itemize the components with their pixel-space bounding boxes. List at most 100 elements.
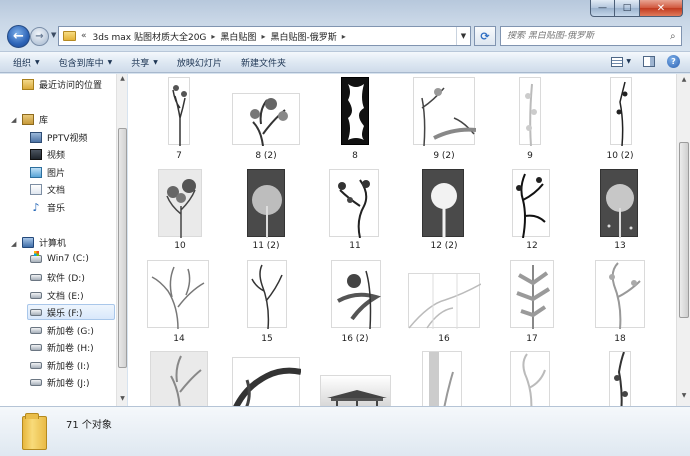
- preview-pane-icon[interactable]: [643, 56, 655, 67]
- file-name-label[interactable]: 16: [409, 334, 479, 344]
- view-options-chevron-icon[interactable]: ▼: [626, 58, 631, 65]
- image-thumbnail[interactable]: [247, 260, 287, 330]
- file-name-label[interactable]: 10 (2): [585, 151, 655, 161]
- navigation-scrollbar[interactable]: ▲ ▼: [116, 74, 127, 406]
- forward-button[interactable]: →: [30, 27, 49, 46]
- nav-item-pptv[interactable]: PPTV视频: [30, 129, 88, 145]
- image-thumbnail[interactable]: [158, 169, 202, 238]
- file-name-label[interactable]: 9: [495, 151, 565, 161]
- file-name-label[interactable]: 14: [144, 334, 214, 344]
- nav-item-drive-d[interactable]: 软件 (D:): [30, 269, 85, 285]
- search-input[interactable]: [507, 31, 665, 41]
- file-name-label[interactable]: 7: [144, 151, 214, 161]
- search-icon[interactable]: ⌕: [665, 31, 681, 42]
- breadcrumb-overflow[interactable]: «: [81, 31, 87, 41]
- nav-item-music[interactable]: ♪ 音乐: [30, 199, 65, 215]
- minimize-button[interactable]: —: [590, 0, 615, 17]
- file-name-label[interactable]: 11: [320, 241, 390, 251]
- nav-item-drive-e[interactable]: 文档 (E:): [30, 287, 84, 303]
- nav-item-documents[interactable]: 文档: [30, 181, 65, 197]
- image-thumbnail[interactable]: [168, 77, 190, 146]
- breadcrumb-separator-icon[interactable]: ▸: [342, 32, 346, 41]
- help-icon[interactable]: ?: [667, 55, 680, 68]
- back-button[interactable]: ←: [7, 25, 30, 48]
- image-thumbnail[interactable]: [609, 351, 631, 406]
- file-name-label[interactable]: 11 (2): [231, 241, 301, 251]
- image-thumbnail[interactable]: [413, 77, 477, 147]
- breadcrumb-item-bw[interactable]: 黑白贴图: [220, 30, 256, 43]
- breadcrumb-item-root[interactable]: 3ds max 贴图材质大全20G: [93, 30, 207, 43]
- image-thumbnail[interactable]: [341, 77, 369, 145]
- file-list-scrollbar[interactable]: ▲ ▼: [676, 74, 690, 406]
- breadcrumb-separator-icon[interactable]: ▸: [211, 32, 215, 41]
- file-name-label[interactable]: 18: [585, 334, 655, 344]
- image-thumbnail[interactable]: [600, 169, 638, 238]
- image-thumbnail[interactable]: [150, 351, 208, 406]
- slideshow-button[interactable]: 放映幻灯片: [177, 56, 222, 69]
- image-thumbnail[interactable]: [422, 169, 464, 238]
- image-thumbnail[interactable]: [510, 351, 550, 406]
- change-view-icon[interactable]: [611, 56, 624, 67]
- new-folder-label: 新建文件夹: [240, 58, 286, 69]
- nav-item-drive-j[interactable]: 新加卷 (J:): [30, 374, 90, 390]
- close-button[interactable]: ✕: [640, 0, 683, 17]
- address-bar[interactable]: « 3ds max 贴图材质大全20G ▸ 黑白贴图 ▸ 黑白贴图-俄罗斯 ▸ …: [58, 26, 471, 46]
- scrollbar-thumb[interactable]: [679, 142, 689, 318]
- refresh-button[interactable]: ⟳: [474, 26, 496, 46]
- nav-item-drive-i[interactable]: 新加卷 (I:): [30, 357, 90, 373]
- image-thumbnail[interactable]: [320, 375, 391, 406]
- image-thumbnail[interactable]: [232, 357, 302, 406]
- include-label: 包含到库中: [58, 58, 104, 69]
- file-name-label[interactable]: 8: [320, 151, 390, 161]
- recent-pages-dropdown[interactable]: ▼: [51, 31, 56, 39]
- scroll-up-icon[interactable]: ▲: [679, 76, 689, 88]
- breadcrumb: « 3ds max 贴图材质大全20G ▸ 黑白贴图 ▸ 黑白贴图-俄罗斯 ▸: [81, 30, 351, 43]
- address-dropdown-icon[interactable]: ▼: [456, 27, 470, 45]
- nav-item-drive-c[interactable]: Win7 (C:): [30, 251, 89, 267]
- breadcrumb-separator-icon[interactable]: ▸: [261, 32, 265, 41]
- new-folder-button[interactable]: 新建文件夹: [241, 56, 286, 69]
- share-button[interactable]: 共享 ▼: [131, 56, 158, 69]
- file-name-label[interactable]: 16 (2): [320, 334, 390, 344]
- maximize-button[interactable]: □: [615, 0, 640, 17]
- nav-label: 新加卷 (J:): [47, 378, 90, 389]
- breadcrumb-item-current[interactable]: 黑白贴图-俄罗斯: [270, 30, 336, 43]
- image-thumbnail[interactable]: [329, 169, 379, 239]
- scroll-down-icon[interactable]: ▼: [679, 392, 689, 404]
- nav-item-video[interactable]: 视频: [30, 146, 65, 162]
- nav-item-recent[interactable]: 最近访问的位置: [22, 76, 102, 92]
- nav-item-drive-g[interactable]: 新加卷 (G:): [30, 322, 94, 338]
- image-thumbnail[interactable]: [147, 260, 209, 330]
- scroll-up-icon[interactable]: ▲: [118, 75, 127, 85]
- scroll-down-icon[interactable]: ▼: [118, 395, 127, 405]
- image-thumbnail[interactable]: [595, 260, 645, 330]
- image-thumbnail[interactable]: [519, 77, 541, 147]
- nav-item-pictures[interactable]: 图片: [30, 164, 65, 180]
- image-thumbnail[interactable]: [422, 351, 462, 406]
- organize-button[interactable]: 组织 ▼: [13, 56, 40, 69]
- image-thumbnail[interactable]: [510, 260, 554, 329]
- image-thumbnail[interactable]: [232, 93, 300, 147]
- image-thumbnail[interactable]: [512, 169, 550, 239]
- file-name-label[interactable]: 9 (2): [409, 151, 479, 161]
- expand-icon[interactable]: ◢: [11, 240, 16, 248]
- file-name-label[interactable]: 8 (2): [231, 151, 301, 161]
- scrollbar-thumb[interactable]: [118, 128, 127, 368]
- nav-item-drive-f[interactable]: 娱乐 (F:): [27, 304, 115, 320]
- nav-item-computer[interactable]: 计算机: [22, 234, 66, 250]
- image-thumbnail[interactable]: [247, 169, 285, 238]
- file-name-label[interactable]: 15: [232, 334, 302, 344]
- file-name-label[interactable]: 13: [585, 241, 655, 251]
- include-in-library-button[interactable]: 包含到库中 ▼: [59, 56, 113, 69]
- file-name-label[interactable]: 17: [497, 334, 567, 344]
- file-name-label[interactable]: 10: [145, 241, 215, 251]
- search-box[interactable]: ⌕: [500, 26, 682, 46]
- image-thumbnail[interactable]: [331, 260, 382, 330]
- nav-item-drive-h[interactable]: 新加卷 (H:): [30, 339, 94, 355]
- file-name-label[interactable]: 12 (2): [409, 241, 479, 251]
- nav-item-library[interactable]: 库: [22, 111, 48, 127]
- expand-icon[interactable]: ◢: [11, 116, 16, 124]
- image-thumbnail[interactable]: [408, 273, 482, 329]
- file-name-label[interactable]: 12: [497, 241, 567, 251]
- image-thumbnail[interactable]: [610, 77, 632, 147]
